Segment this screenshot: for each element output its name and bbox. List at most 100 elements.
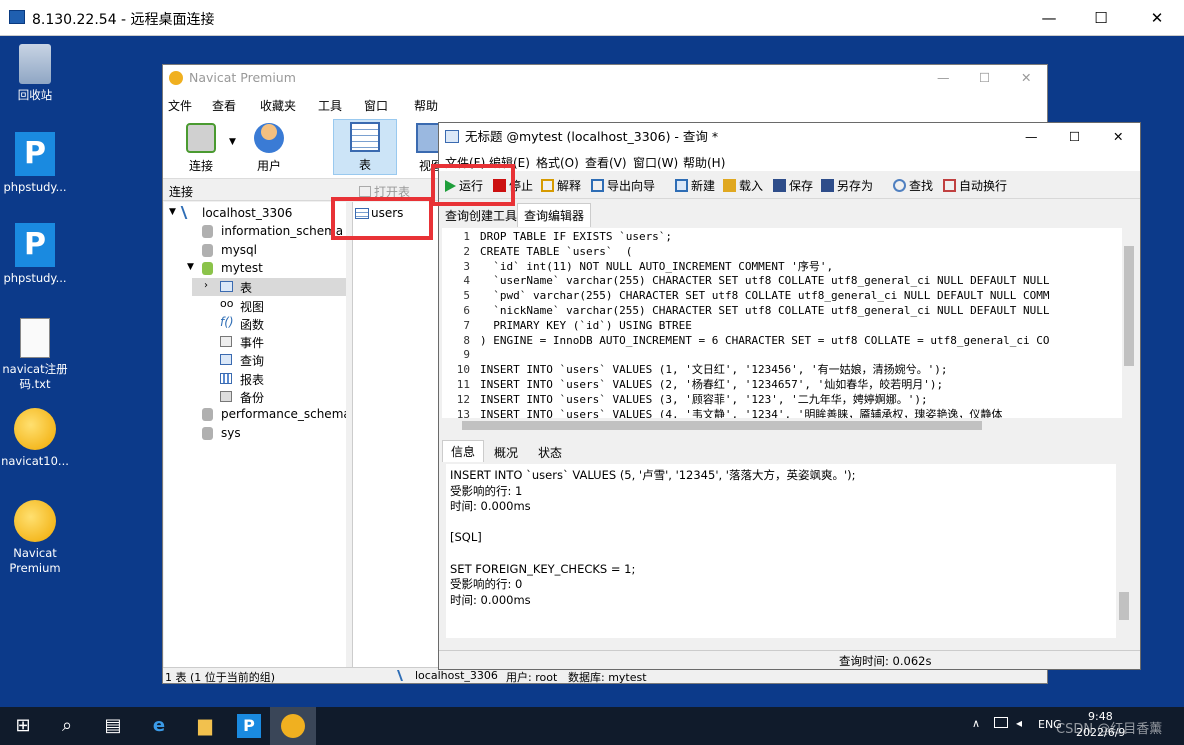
tree-item-mytest[interactable]: ▼ mytest	[164, 260, 346, 278]
desktop-icon-recycle-bin[interactable]: 回收站	[0, 44, 70, 103]
code-line: DROP TABLE IF EXISTS `users`;	[480, 230, 673, 243]
editor-hscrollbar[interactable]	[442, 419, 1122, 432]
tree-label: 报表	[240, 373, 265, 387]
toolbar-table-button[interactable]: 表	[333, 119, 397, 175]
line-number: 12	[456, 392, 470, 406]
tree-item-events[interactable]: 事件	[164, 333, 346, 351]
desktop-icon-navicat-premium[interactable]: Navicat Premium	[0, 500, 70, 576]
sql-editor[interactable]: 1 DROP TABLE IF EXISTS `users`; 2 CREATE TA…	[442, 228, 1122, 418]
tab-query-builder[interactable]: 查询创建工具	[445, 207, 517, 224]
toolbar-user-button[interactable]: 用户	[241, 121, 297, 174]
save-as-button[interactable]: 另存为	[821, 177, 873, 194]
database-icon	[202, 262, 213, 275]
tree-item-backups[interactable]: 备份	[164, 388, 346, 406]
file-explorer-icon[interactable]: ▆	[182, 707, 228, 745]
code-line: `id` int(11) NOT NULL AUTO_INCREMENT COM…	[480, 259, 834, 273]
editor-scrollbar[interactable]	[1122, 228, 1136, 432]
message-line: 时间: 0.000ms	[450, 592, 531, 607]
navicat-taskbar-icon[interactable]	[270, 707, 316, 745]
desktop-icon-label: navicat10...	[1, 454, 69, 468]
code-line: INSERT INTO `users` VALUES (1, '文日红', '1…	[480, 363, 948, 377]
navicat-title-bar: Navicat Premium — ☐ ✕	[163, 65, 1047, 91]
tree-item-localhost[interactable]: ▼ localhost_3306	[164, 205, 346, 223]
message-scrollbar[interactable]	[1117, 464, 1131, 638]
chevron-down-icon[interactable]: ▼	[169, 207, 176, 217]
tree-item-sys[interactable]: sys	[164, 425, 346, 443]
export-wizard-button[interactable]: 导出向导	[591, 177, 655, 194]
menu-window[interactable]: 窗口	[364, 97, 388, 114]
toolbar-label: 连接	[188, 159, 213, 173]
tree-item-reports[interactable]: 报表	[164, 370, 346, 388]
tree-item-functions[interactable]: f() 函数	[164, 315, 346, 333]
menu-tools[interactable]: 工具	[318, 97, 342, 114]
tree-label: performance_schema	[221, 407, 351, 421]
chevron-down-icon[interactable]: ▼	[229, 137, 236, 147]
tree-label: information_schema	[221, 224, 344, 238]
toolbar-connection-button[interactable]: 连接	[173, 121, 229, 174]
desktop-icon-phpstudy-2[interactable]: P phpstudy...	[0, 223, 70, 286]
editor-scrollbar-thumb[interactable]	[1124, 246, 1134, 366]
tree-item-views[interactable]: oo 视图	[164, 297, 346, 315]
navicat-minimize-button[interactable]: —	[937, 65, 950, 91]
rdp-title: 8.130.22.54 - 远程桌面连接	[32, 12, 215, 28]
desktop-icon-text-file[interactable]: navicat注册码.txt	[0, 318, 70, 392]
navicat-close-button[interactable]: ✕	[1021, 65, 1031, 91]
menu-view[interactable]: 查看	[212, 97, 236, 114]
menu-file[interactable]: 文件	[168, 97, 192, 114]
tree-label: mytest	[221, 261, 263, 275]
save-label: 保存	[789, 179, 814, 193]
query-menu-format[interactable]: 格式(O)	[536, 154, 579, 171]
rdp-maximize-button[interactable]: ☐	[1078, 6, 1124, 30]
tree-item-information-schema[interactable]: information_schema	[164, 223, 346, 241]
tree-item-tables[interactable]: › 表	[192, 278, 346, 296]
query-menu-view[interactable]: 查看(V)	[585, 154, 627, 171]
tree-item-mysql[interactable]: mysql	[164, 242, 346, 260]
editor-hscrollbar-thumb[interactable]	[462, 421, 982, 430]
volume-icon[interactable]: ◂	[1016, 716, 1022, 730]
tab-profile[interactable]: 概况	[494, 444, 518, 461]
rdp-close-button[interactable]: ✕	[1134, 6, 1180, 30]
tab-query-editor[interactable]: 查询编辑器	[517, 203, 592, 227]
phpstudy-taskbar-icon[interactable]: P	[226, 707, 272, 745]
explain-button[interactable]: 解释	[541, 177, 581, 194]
desktop-icon-navicat10[interactable]: navicat10...	[0, 408, 70, 469]
save-as-label: 另存为	[837, 179, 874, 193]
rdp-minimize-button[interactable]: —	[1026, 6, 1072, 30]
task-view-icon[interactable]: ▤	[90, 707, 136, 745]
chevron-down-icon[interactable]: ▼	[187, 262, 194, 272]
tab-status[interactable]: 状态	[538, 444, 562, 461]
export-label: 导出向导	[607, 179, 656, 193]
line-number: 10	[456, 363, 470, 377]
tree-item-performance-schema[interactable]: performance_schema	[164, 406, 351, 424]
code-line: INSERT INTO `users` VALUES (3, '顾容菲', '1…	[480, 392, 928, 406]
navicat-maximize-button[interactable]: ☐	[979, 65, 990, 91]
tree-item-queries[interactable]: 查询	[164, 351, 346, 369]
load-button[interactable]: 载入	[723, 177, 763, 194]
tab-info[interactable]: 信息	[442, 440, 485, 462]
chevron-right-icon[interactable]: ›	[204, 280, 208, 291]
tray-chevron-icon[interactable]: ∧	[972, 717, 980, 730]
network-icon[interactable]	[994, 717, 1008, 728]
database-icon	[202, 408, 213, 421]
code-line: INSERT INTO `users` VALUES (2, '杨春红', '1…	[480, 378, 944, 391]
query-maximize-button[interactable]: ☐	[1069, 123, 1080, 151]
search-icon[interactable]: ⌕	[44, 707, 90, 745]
menu-help[interactable]: 帮助	[414, 97, 438, 114]
backup-icon	[220, 391, 232, 402]
toolbar-label: 表	[358, 158, 371, 172]
toolbar-label: 用户	[256, 159, 281, 173]
start-button[interactable]: ⊞	[0, 707, 46, 745]
query-menu-help[interactable]: 帮助(H)	[683, 154, 725, 171]
menu-favorites[interactable]: 收藏夹	[260, 97, 296, 114]
save-button[interactable]: 保存	[773, 177, 813, 194]
word-wrap-button[interactable]: 自动换行	[943, 177, 1007, 194]
new-query-button[interactable]: 新建	[675, 177, 715, 194]
query-minimize-button[interactable]: —	[1025, 123, 1038, 151]
user-icon	[254, 123, 284, 153]
query-close-button[interactable]: ✕	[1113, 123, 1123, 151]
query-menu-window[interactable]: 窗口(W)	[633, 154, 678, 171]
desktop-icon-phpstudy-1[interactable]: P phpstudy...	[0, 132, 70, 195]
ie-icon[interactable]: e	[136, 707, 182, 745]
find-button[interactable]: 查找	[893, 177, 933, 194]
message-scrollbar-thumb[interactable]	[1119, 592, 1129, 620]
